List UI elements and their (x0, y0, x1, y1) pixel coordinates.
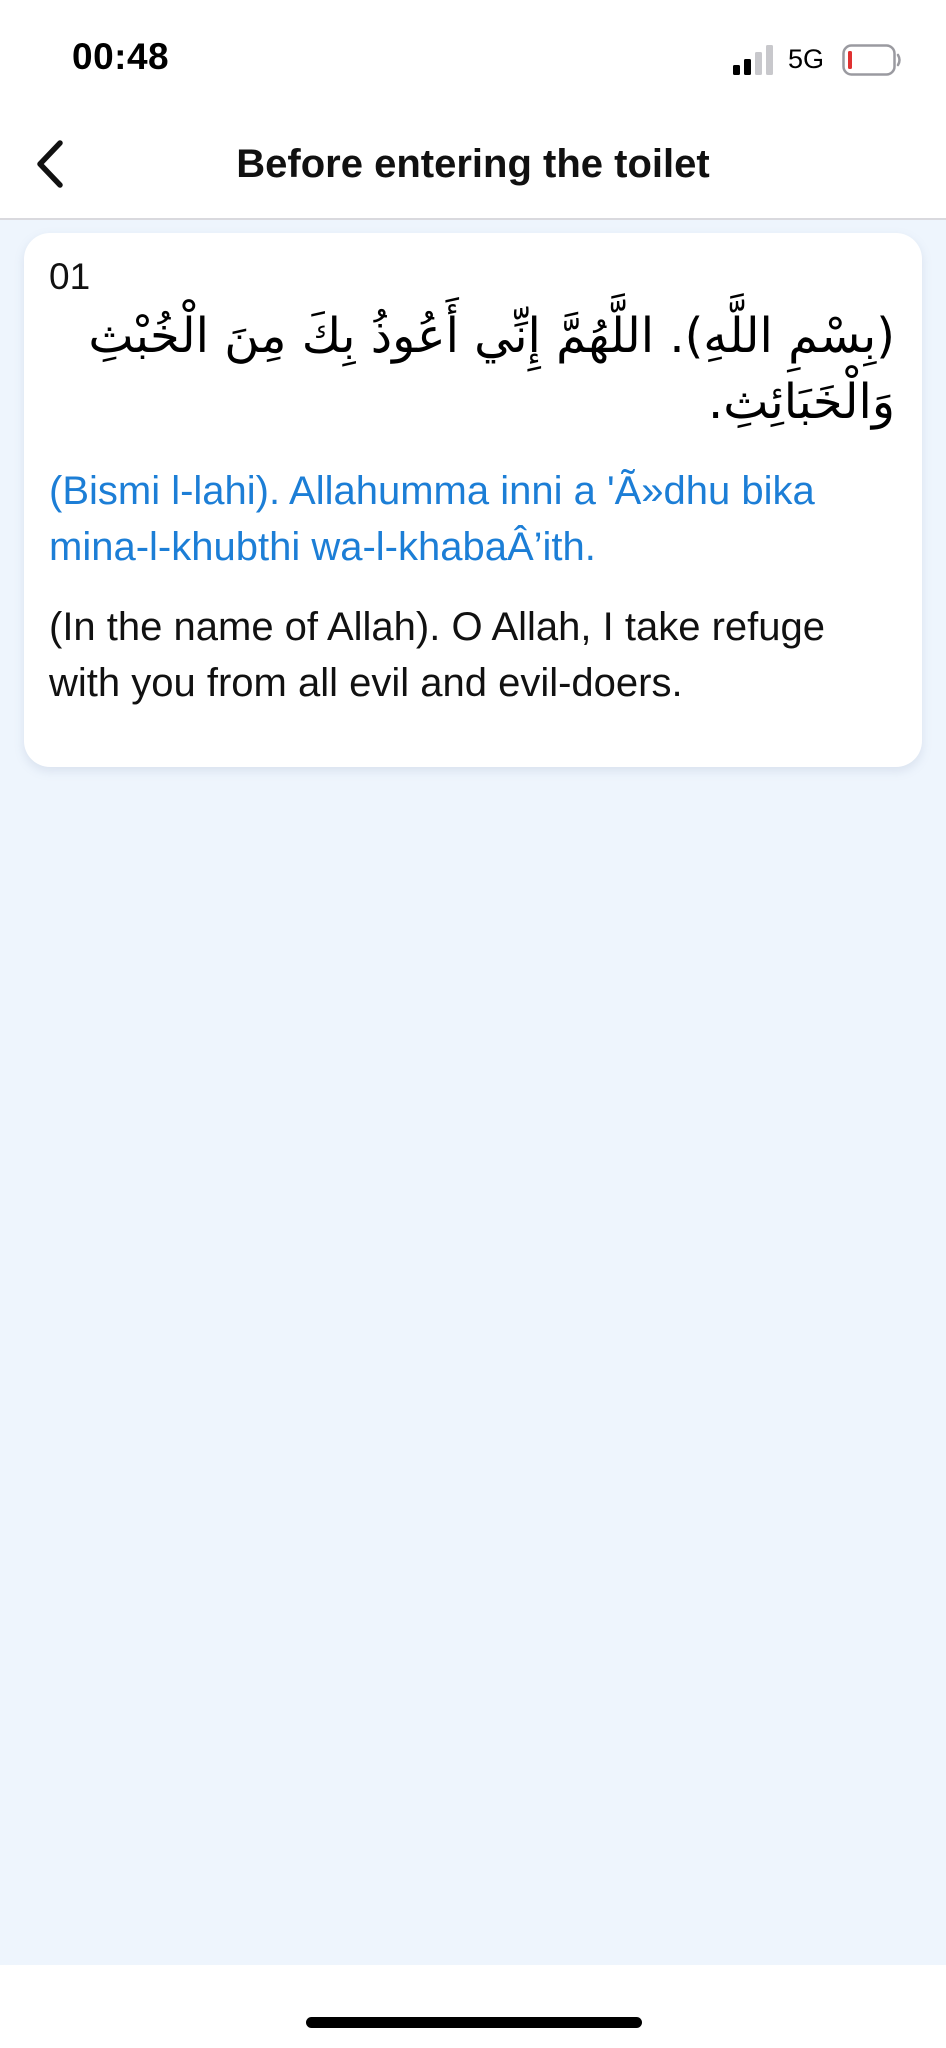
home-indicator[interactable] (306, 2017, 642, 2028)
navigation-bar: Before entering the toilet (0, 112, 946, 220)
dua-card[interactable]: 01 (بِسْمِ اللَّهِ). اللَّهُمَّ إِنِّي أ… (24, 233, 922, 767)
battery-low-icon (842, 44, 901, 76)
arabic-text: (بِسْمِ اللَّهِ). اللَّهُمَّ إِنِّي أَعُ… (88, 308, 895, 430)
status-bar: 00:48 5G (0, 0, 946, 112)
dua-list[interactable]: 01 (بِسْمِ اللَّهِ). اللَّهُمَّ إِنِّي أ… (0, 220, 946, 1965)
page-title: Before entering the toilet (236, 142, 710, 186)
network-type-label: 5G (788, 44, 825, 74)
translation-text: (In the name of Allah). O Allah, I take … (49, 605, 825, 705)
dua-number: 01 (49, 256, 91, 297)
cellular-signal-icon (733, 45, 773, 75)
bottom-safe-area (0, 1965, 946, 2048)
transliteration-text: (Bismi l-lahi). Allahumma inni a 'Ã»dhu … (49, 469, 815, 569)
status-time: 00:48 (72, 36, 170, 77)
